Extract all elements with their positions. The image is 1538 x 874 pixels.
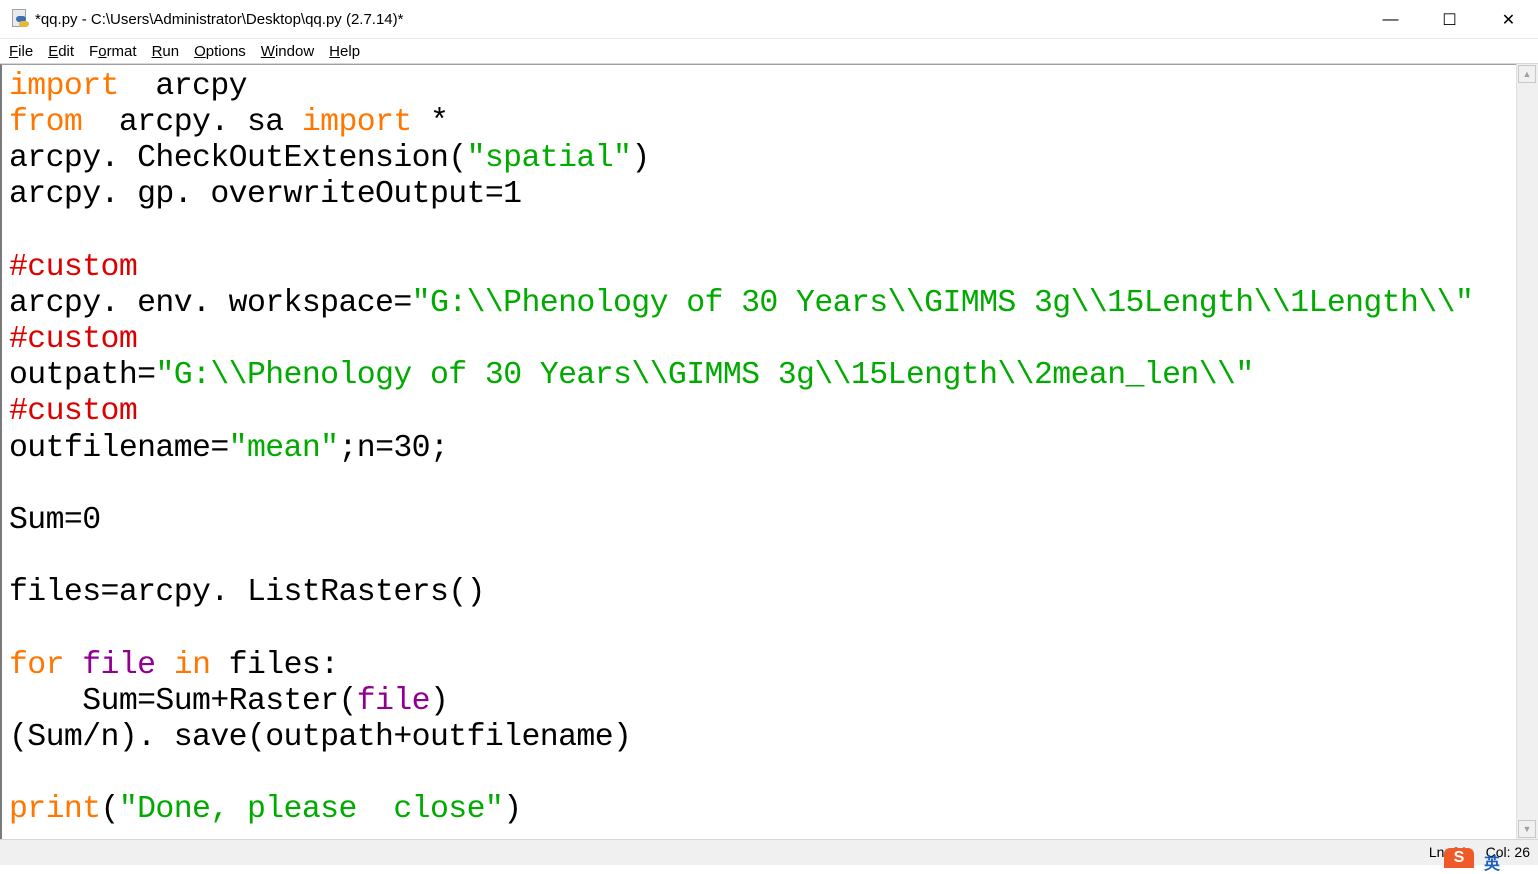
- token: ): [429, 683, 449, 719]
- code-line: (Sum/n). save(outpath+outfilename): [9, 720, 1516, 756]
- token: outfilename=: [9, 430, 229, 466]
- token: arcpy: [118, 69, 247, 104]
- window-controls: — ☐ ✕: [1361, 0, 1538, 39]
- code-line: #custom: [9, 250, 1516, 286]
- token: files=arcpy. ListRasters(): [9, 575, 485, 611]
- code-line: import arcpy: [9, 69, 1516, 105]
- token-str: ″G:\\Phenology of 30 Years\\GIMMS 3g\\15…: [155, 358, 1254, 394]
- token-kw: in: [173, 647, 211, 683]
- code-line: Sum=0: [9, 503, 1516, 539]
- token-kw: for: [9, 647, 65, 683]
- menu-help[interactable]: Help: [329, 43, 360, 60]
- ime-sogou-icon[interactable]: S: [1444, 848, 1474, 868]
- python-file-icon: [11, 9, 29, 29]
- code-line: outpath=″G:\\Phenology of 30 Years\\GIMM…: [9, 358, 1516, 394]
- token-str: ″Done, please close″: [118, 792, 504, 828]
- code-line: #custom: [9, 322, 1516, 358]
- code-editor[interactable]: import arcpy from arcpy. sa import * arcpy…: [0, 64, 1516, 839]
- code-line: from arcpy. sa import *: [9, 105, 1516, 141]
- token-bi: file: [356, 683, 431, 719]
- token: arcpy. env. workspace=: [9, 285, 412, 321]
- close-button[interactable]: ✕: [1479, 0, 1538, 39]
- token-cmt: #custom: [9, 394, 138, 430]
- code-line: arcpy. CheckOutExtension(″spatial″): [9, 141, 1516, 177]
- code-line: arcpy. gp. overwriteOutput=1: [9, 177, 1516, 213]
- token: (: [100, 792, 120, 828]
- minimize-icon: —: [1382, 10, 1399, 28]
- token-str: ″G:\\Phenology of 30 Years\\GIMMS 3g\\15…: [411, 285, 1474, 321]
- token: ;n=30;: [338, 430, 449, 466]
- close-icon: ✕: [1501, 11, 1516, 29]
- code-line: print(″Done, please close″): [9, 792, 1516, 828]
- code-text[interactable]: import arcpy from arcpy. sa import * arcpy…: [2, 65, 1516, 828]
- token-kw: import: [301, 105, 412, 141]
- maximize-icon: ☐: [1442, 11, 1457, 29]
- arrow-down-icon: ▼: [1522, 824, 1532, 834]
- scroll-up-button[interactable]: ▲: [1518, 65, 1536, 83]
- token: ): [503, 792, 522, 828]
- code-line: for file in files:: [9, 648, 1516, 684]
- token: *: [411, 105, 449, 141]
- code-line: Sum=Sum+Raster(file): [9, 684, 1516, 720]
- menu-run[interactable]: Run: [152, 43, 180, 60]
- token: files:: [210, 647, 339, 683]
- title-bar: *qq.py - C:\Users\Administrator\Desktop\…: [0, 0, 1538, 39]
- code-line: outfilename=″mean″;n=30;: [9, 431, 1516, 467]
- token-str: ″mean″: [228, 430, 339, 466]
- status-bar: Ln: 21 Col: 26: [0, 839, 1538, 865]
- token: outpath=: [9, 358, 156, 394]
- token: (Sum/n). save(outpath+outfilename): [9, 719, 632, 755]
- code-line: files=arcpy. ListRasters(): [9, 575, 1516, 611]
- code-line: arcpy. env. workspace=″G:\\Phenology of …: [9, 286, 1516, 322]
- vertical-scrollbar[interactable]: ▲ ▼: [1516, 64, 1538, 839]
- arrow-up-icon: ▲: [1522, 69, 1532, 79]
- ime-language-indicator[interactable]: 英: [1484, 850, 1500, 874]
- token: Sum=Sum+Raster(: [9, 683, 357, 719]
- scroll-down-button[interactable]: ▼: [1518, 820, 1536, 838]
- token-kw: print: [9, 792, 101, 828]
- menu-file[interactable]: File: [9, 43, 33, 60]
- menu-edit[interactable]: Edit: [48, 43, 74, 60]
- token-bi: file: [82, 647, 156, 683]
- menu-bar: File Edit Format Run Options Window Help: [0, 39, 1538, 64]
- token-kw: from: [9, 105, 83, 141]
- token: Sum=0: [9, 502, 101, 538]
- menu-window[interactable]: Window: [261, 43, 314, 60]
- menu-options[interactable]: Options: [194, 43, 246, 60]
- maximize-button[interactable]: ☐: [1420, 0, 1479, 39]
- menu-format[interactable]: Format: [89, 43, 137, 60]
- code-line: #custom: [9, 394, 1516, 430]
- token-cmt: #custom: [9, 249, 138, 285]
- token: ): [631, 141, 650, 177]
- token: arcpy. sa: [82, 105, 302, 141]
- minimize-button[interactable]: —: [1361, 0, 1420, 39]
- token: arcpy. CheckOutExtension(: [9, 141, 467, 177]
- token: arcpy. gp. overwriteOutput=1: [9, 177, 522, 213]
- token-kw: import: [9, 69, 119, 104]
- window-title: *qq.py - C:\Users\Administrator\Desktop\…: [35, 10, 404, 28]
- token-cmt: #custom: [9, 322, 138, 358]
- token-str: ″spatial″: [466, 141, 632, 177]
